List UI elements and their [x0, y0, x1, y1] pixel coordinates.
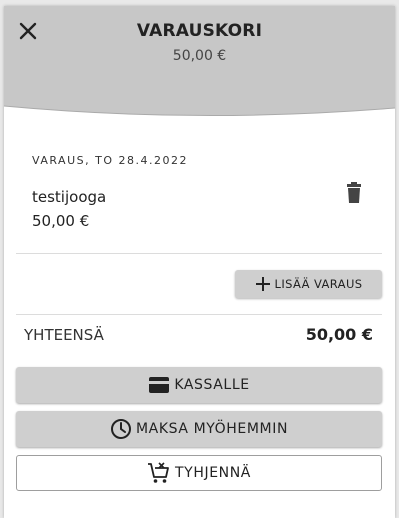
checkout-label: KASSALLE	[174, 377, 250, 393]
empty-cart-label: TYHJENNÄ	[175, 465, 251, 481]
booking-item-price: 50,00 €	[32, 212, 90, 230]
credit-card-icon	[148, 376, 170, 394]
total-divider	[16, 314, 382, 315]
booking-date-label: VARAUS, TO 28.4.2022	[32, 154, 188, 167]
total-value: 50,00 €	[305, 325, 373, 344]
booking-item-name: testijooga	[32, 188, 107, 206]
add-booking-label: LISÄÄ VARAUS	[274, 277, 363, 291]
total-label: YHTEENSÄ	[24, 326, 104, 344]
cart-panel: VARAUSKORI 50,00 € VARAUS, TO 28.4.2022 …	[4, 6, 395, 518]
empty-cart-button[interactable]: TYHJENNÄ	[16, 455, 382, 491]
delete-booking-button[interactable]	[344, 182, 364, 204]
booking-divider	[16, 253, 382, 254]
cart-header: VARAUSKORI 50,00 €	[4, 6, 395, 136]
cart-title: VARAUSKORI	[136, 21, 263, 41]
pay-later-label: MAKSA MYÖHEMMIN	[135, 421, 289, 437]
trash-icon	[347, 182, 361, 203]
clock-icon	[110, 418, 132, 440]
pay-later-button[interactable]: MAKSA MYÖHEMMIN	[16, 411, 382, 447]
add-booking-button[interactable]: LISÄÄ VARAUS	[235, 270, 382, 298]
plus-icon	[255, 276, 271, 292]
checkout-button[interactable]: KASSALLE	[16, 367, 382, 403]
cart-remove-icon	[147, 462, 171, 484]
cart-subtotal: 50,00 €	[172, 48, 227, 64]
